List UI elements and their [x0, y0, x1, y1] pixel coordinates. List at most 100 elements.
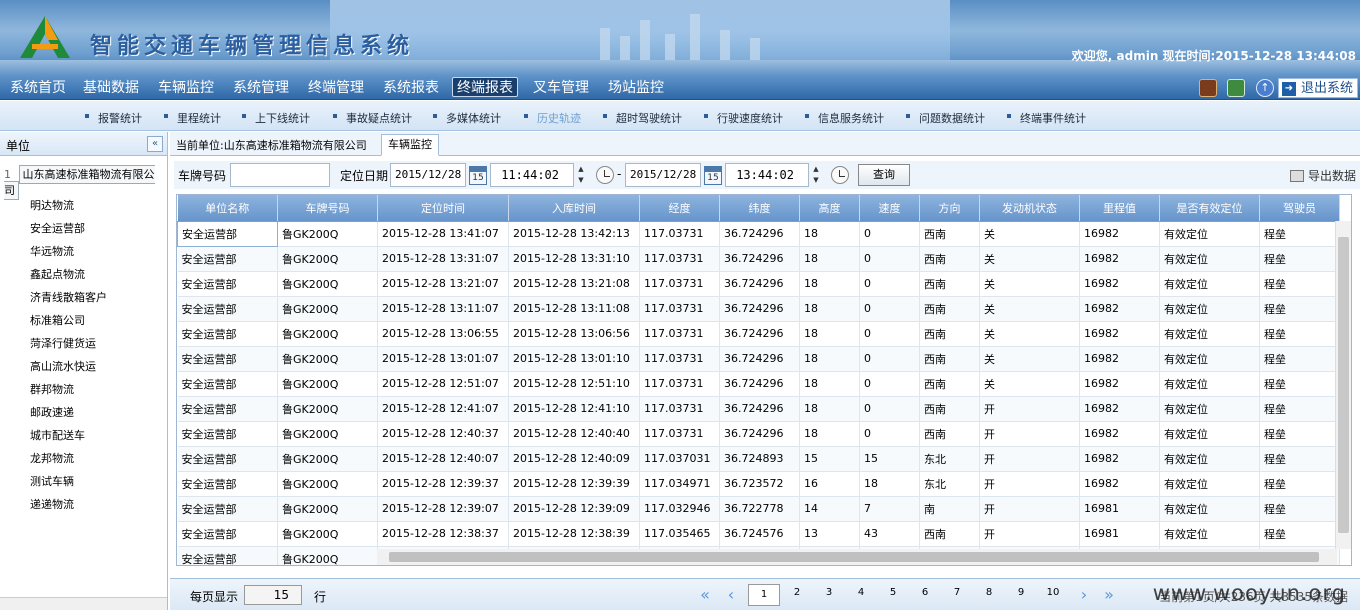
nav-item-system-reports[interactable]: 系统报表: [379, 78, 443, 98]
start-date-input[interactable]: 2015/12/28: [390, 163, 466, 187]
clock-icon[interactable]: [596, 166, 614, 184]
page-number[interactable]: 8: [981, 587, 997, 598]
column-header[interactable]: 速度: [859, 195, 920, 222]
tree-root[interactable]: 1 山东高速标准箱物流有限公司: [4, 165, 167, 200]
subnav-terminal-event-stats[interactable]: 终端事件统计: [1007, 110, 1086, 126]
table-row[interactable]: 安全运营部 鲁GK200Q 2015-12-28 13:01:07 2015-12-2…: [177, 346, 1340, 372]
table-row[interactable]: 安全运营部 鲁GK200Q 2015-12-28 12:51:07 2015-12-2…: [177, 371, 1340, 397]
vertical-scrollbar[interactable]: [1335, 221, 1351, 549]
tree-item[interactable]: 标准箱公司: [30, 312, 85, 328]
column-header[interactable]: 驾驶员: [1259, 195, 1340, 222]
calendar-icon[interactable]: 15: [704, 166, 722, 185]
table-row[interactable]: 安全运营部 鲁GK200Q 2015-12-28 13:21:07 2015-12-2…: [177, 271, 1340, 297]
query-button[interactable]: 查询: [858, 164, 910, 186]
page-number[interactable]: 5: [885, 587, 901, 598]
subnav-problem-data-stats[interactable]: 问题数据统计: [906, 110, 985, 126]
table-row[interactable]: 安全运营部 鲁GK200Q 2015-12-28 12:38:37 2015-12-2…: [177, 521, 1340, 547]
column-header[interactable]: 车牌号码: [277, 195, 378, 222]
subnav-online-stats[interactable]: 上下线统计: [242, 110, 310, 126]
tree-item[interactable]: 华远物流: [30, 243, 74, 259]
upload-icon[interactable]: ↑: [1256, 79, 1274, 97]
column-header[interactable]: 入库时间: [508, 195, 640, 222]
table-row[interactable]: 安全运营部 鲁GK200Q 2015-12-28 12:39:37 2015-12-2…: [177, 471, 1340, 497]
nav-item-terminal-management[interactable]: 终端管理: [304, 78, 368, 98]
tree-item[interactable]: 济青线散箱客户: [30, 289, 107, 305]
tree-item[interactable]: 菏泽行健货运: [30, 335, 96, 351]
table-row[interactable]: 安全运营部 鲁GK200Q 2015-12-28 13:06:55 2015-12-2…: [177, 321, 1340, 347]
next-page-icon[interactable]: ›: [1075, 584, 1093, 606]
tree-item[interactable]: 城市配送车: [30, 427, 85, 443]
tree-item[interactable]: 鑫起点物流: [30, 266, 85, 282]
first-page-icon[interactable]: «: [696, 584, 714, 606]
table-row[interactable]: 安全运营部 鲁GK200Q 2015-12-28 13:41:07 2015-12-2…: [177, 220, 1340, 247]
sidebar-horizontal-scrollbar[interactable]: [0, 597, 167, 610]
column-header[interactable]: 经度: [639, 195, 720, 222]
per-page-input[interactable]: 15: [244, 585, 302, 605]
export-button[interactable]: 导出数据: [1289, 167, 1356, 184]
tree-item[interactable]: 明达物流: [30, 197, 74, 213]
subnav-overtime-stats[interactable]: 超时驾驶统计: [603, 110, 682, 126]
logout-button[interactable]: ➜ 退出系统: [1277, 78, 1358, 98]
tab-vehicle-monitor[interactable]: 车辆监控: [381, 134, 439, 156]
tree-item[interactable]: 测试车辆: [30, 473, 74, 489]
column-header[interactable]: 方向: [919, 195, 980, 222]
nav-item-station-monitor[interactable]: 场站监控: [604, 78, 668, 98]
nav-item-terminal-reports[interactable]: 终端报表: [452, 77, 518, 97]
page-number[interactable]: 3: [821, 587, 837, 598]
end-date-input[interactable]: 2015/12/28: [625, 163, 701, 187]
windows-icon[interactable]: [1227, 79, 1245, 97]
subnav-info-service-stats[interactable]: 信息服务统计: [805, 110, 884, 126]
end-time-input[interactable]: 13:44:02: [725, 163, 809, 187]
column-header[interactable]: 定位时间: [377, 195, 509, 222]
table-row[interactable]: 安全运营部 鲁GK200Q 2015-12-28 12:41:07 2015-12-2…: [177, 396, 1340, 422]
page-number[interactable]: 7: [949, 587, 965, 598]
nav-item-basic-data[interactable]: 基础数据: [79, 78, 143, 98]
clock-icon[interactable]: [831, 166, 849, 184]
page-number[interactable]: 2: [789, 587, 805, 598]
tree-item[interactable]: 群邦物流: [30, 381, 74, 397]
nav-item-system-management[interactable]: 系统管理: [229, 78, 293, 98]
tree-item[interactable]: 高山流水快运: [30, 358, 96, 374]
column-header[interactable]: 里程值: [1079, 195, 1160, 222]
prev-page-icon[interactable]: ‹: [722, 584, 740, 606]
calendar-icon[interactable]: 15: [469, 166, 487, 185]
nav-item-vehicle-monitor[interactable]: 车辆监控: [154, 78, 218, 98]
table-row[interactable]: 安全运营部 鲁GK200Q 2015-12-28 13:11:07 2015-12-2…: [177, 296, 1340, 322]
book-icon[interactable]: [1199, 79, 1217, 97]
column-header[interactable]: 纬度: [719, 195, 800, 222]
nav-item-forklift-management[interactable]: 叉车管理: [529, 78, 593, 98]
column-header[interactable]: 单位名称: [177, 195, 278, 222]
subnav-speed-stats[interactable]: 行驶速度统计: [704, 110, 783, 126]
horizontal-scrollbar[interactable]: [377, 549, 1337, 565]
page-number[interactable]: 9: [1013, 587, 1029, 598]
tree-item[interactable]: 龙邦物流: [30, 450, 74, 466]
page-number[interactable]: 4: [853, 587, 869, 598]
scroll-thumb[interactable]: [389, 552, 1319, 562]
page-number[interactable]: 10: [1045, 587, 1061, 598]
page-number[interactable]: 6: [917, 587, 933, 598]
column-header[interactable]: 是否有效定位: [1159, 195, 1260, 222]
collapse-icon[interactable]: «: [147, 136, 163, 152]
subnav-accident-stats[interactable]: 事故疑点统计: [333, 110, 412, 126]
nav-item-home[interactable]: 系统首页: [6, 78, 70, 98]
table-row[interactable]: 安全运营部 鲁GK200Q 2015-12-28 13:31:07 2015-12-2…: [177, 246, 1340, 272]
table-row[interactable]: 安全运营部 鲁GK200Q 2015-12-28 12:39:07 2015-12-2…: [177, 496, 1340, 522]
table-row[interactable]: 安全运营部 鲁GK200Q 2015-12-28 12:40:37 2015-12-2…: [177, 421, 1340, 447]
spinner-icon[interactable]: ▲ ▼: [576, 164, 586, 186]
column-header[interactable]: 发动机状态: [979, 195, 1080, 222]
table-row[interactable]: 安全运营部 鲁GK200Q 2015-12-28 12:40:07 2015-12-2…: [177, 446, 1340, 472]
subnav-multimedia-stats[interactable]: 多媒体统计: [433, 110, 501, 126]
scroll-thumb[interactable]: [1338, 237, 1349, 533]
tree-item[interactable]: 递递物流: [30, 496, 74, 512]
start-time-input[interactable]: 11:44:02: [490, 163, 574, 187]
column-header[interactable]: 高度: [799, 195, 860, 222]
subnav-alarm-stats[interactable]: 报警统计: [85, 110, 142, 126]
subnav-mileage-stats[interactable]: 里程统计: [164, 110, 221, 126]
page-number[interactable]: 1: [748, 584, 780, 606]
spinner-icon[interactable]: ▲ ▼: [811, 164, 821, 186]
tree-item[interactable]: 安全运营部: [30, 220, 85, 236]
last-page-icon[interactable]: »: [1100, 584, 1118, 606]
tree-item[interactable]: 邮政速递: [30, 404, 74, 420]
subnav-history-track[interactable]: 历史轨迹: [524, 110, 581, 126]
plate-input[interactable]: [230, 163, 330, 187]
